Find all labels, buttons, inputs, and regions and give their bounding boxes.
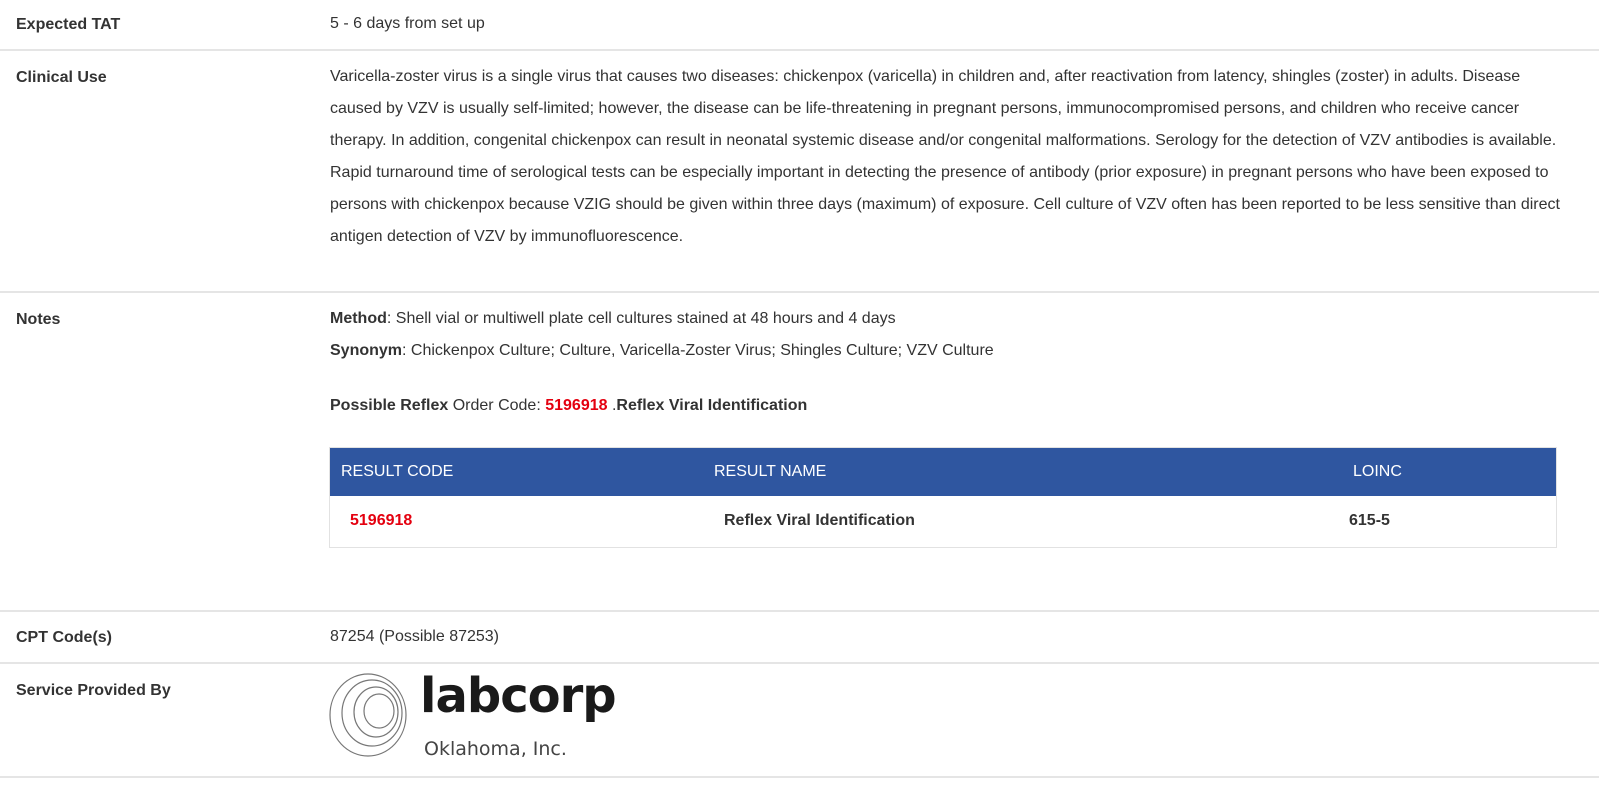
method-line: Method: Shell vial or multiwell plate ce… [330,303,1583,335]
clinical-use-text: Varicella-zoster virus is a single virus… [330,68,1560,245]
labcorp-subtitle: Oklahoma, Inc. [424,738,567,760]
service-label: Service Provided By [16,682,171,699]
header-result-name: RESULT NAME [714,463,827,480]
synonym-text: : Chickenpox Culture; Culture, Varicella… [402,342,994,359]
reflex-name: Reflex Viral Identification [616,397,808,414]
labcorp-rings-icon [329,673,407,757]
notes-label: Notes [16,311,61,328]
method-text: : Shell vial or multiwell plate cell cul… [386,310,896,327]
row-service-provided-by: Service Provided By labcorp Oklahoma, In… [0,664,1599,778]
row-notes: Notes Method: Shell vial or multiwell pl… [0,293,1599,612]
result-table: RESULT CODE RESULT NAME LOINC 5196918 Re… [329,447,1557,548]
clinical-use-label: Clinical Use [16,69,107,86]
reflex-code-link[interactable]: 5196918 [545,397,607,414]
row-expected-tat: Expected TAT 5 - 6 days from set up [0,0,1599,51]
row-clinical-use: Clinical Use Varicella-zoster virus is a… [0,51,1599,293]
header-result-code: RESULT CODE [341,463,454,480]
reflex-label: Possible Reflex [330,397,449,414]
method-label: Method [330,310,387,327]
labcorp-logo: labcorp Oklahoma, Inc. [328,668,628,772]
header-loinc: LOINC [1353,463,1402,480]
labcorp-wordmark: labcorp [420,668,617,724]
notes-content: Method: Shell vial or multiwell plate ce… [330,303,1583,367]
result-code-link[interactable]: 5196918 [350,512,412,530]
expected-tat-value: 5 - 6 days from set up [330,15,485,32]
expected-tat-label: Expected TAT [16,16,121,33]
reflex-order-text: Order Code: [448,397,546,414]
cpt-value: 87254 (Possible 87253) [330,628,500,645]
synonym-line: Synonym: Chickenpox Culture; Culture, Va… [330,335,1583,367]
cpt-label: CPT Code(s) [16,629,112,646]
result-name: Reflex Viral Identification [724,512,915,529]
result-table-header: RESULT CODE RESULT NAME LOINC [330,448,1556,496]
reflex-line: Possible Reflex Order Code: 5196918 .Ref… [330,397,807,415]
table-row: 5196918 Reflex Viral Identification 615-… [330,496,1556,547]
result-loinc: 615-5 [1349,512,1390,529]
row-cpt-codes: CPT Code(s) 87254 (Possible 87253) [0,612,1599,664]
synonym-label: Synonym [330,342,403,359]
